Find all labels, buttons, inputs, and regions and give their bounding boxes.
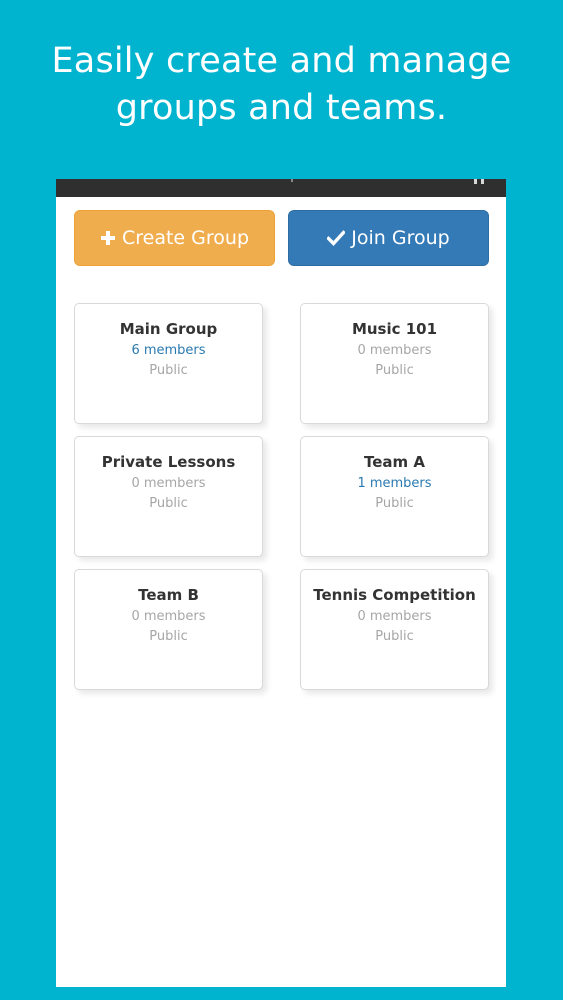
status-indicator-icon [474, 179, 477, 184]
group-visibility: Public [149, 363, 188, 378]
group-name: Private Lessons [101, 453, 236, 471]
plus-icon [100, 230, 116, 246]
headline: Easily create and manage groups and team… [0, 38, 563, 132]
group-visibility: Public [149, 629, 188, 644]
group-name: Team A [364, 453, 425, 471]
status-bar-mark [291, 179, 293, 182]
group-member-count[interactable]: 1 members [301, 475, 488, 493]
checkmark-icon [327, 230, 346, 246]
group-visibility: Public [375, 363, 414, 378]
group-name: Main Group [119, 320, 218, 338]
group-visibility: Public [375, 629, 414, 644]
group-card[interactable]: Team A 1 members Public [300, 436, 489, 557]
group-visibility: Public [375, 496, 414, 511]
group-card[interactable]: Main Group 6 members Public [74, 303, 263, 424]
headline-line-1: Easily create and manage [51, 41, 512, 81]
status-bar [56, 179, 506, 197]
group-member-count: 0 members [357, 609, 432, 624]
phone-screen: Create Group Join Group Main Group 6 mem… [56, 179, 506, 987]
group-member-count[interactable]: 6 members [75, 342, 262, 360]
join-group-label: Join Group [351, 227, 450, 249]
group-card[interactable]: Private Lessons 0 members Public [74, 436, 263, 557]
group-name: Music 101 [351, 320, 438, 338]
group-visibility: Public [149, 496, 188, 511]
join-group-button[interactable]: Join Group [288, 210, 489, 266]
group-card[interactable]: Music 101 0 members Public [300, 303, 489, 424]
group-name: Tennis Competition [313, 586, 476, 604]
create-group-button[interactable]: Create Group [74, 210, 275, 266]
create-group-label: Create Group [121, 227, 250, 249]
group-member-count: 0 members [357, 343, 432, 358]
group-member-count: 0 members [131, 609, 206, 624]
group-name: Team B [138, 586, 199, 604]
group-card[interactable]: Tennis Competition 0 members Public [300, 569, 489, 690]
group-card[interactable]: Team B 0 members Public [74, 569, 263, 690]
status-indicator-icon [481, 179, 484, 184]
group-member-count: 0 members [131, 476, 206, 491]
headline-line-2: groups and teams. [115, 88, 448, 128]
